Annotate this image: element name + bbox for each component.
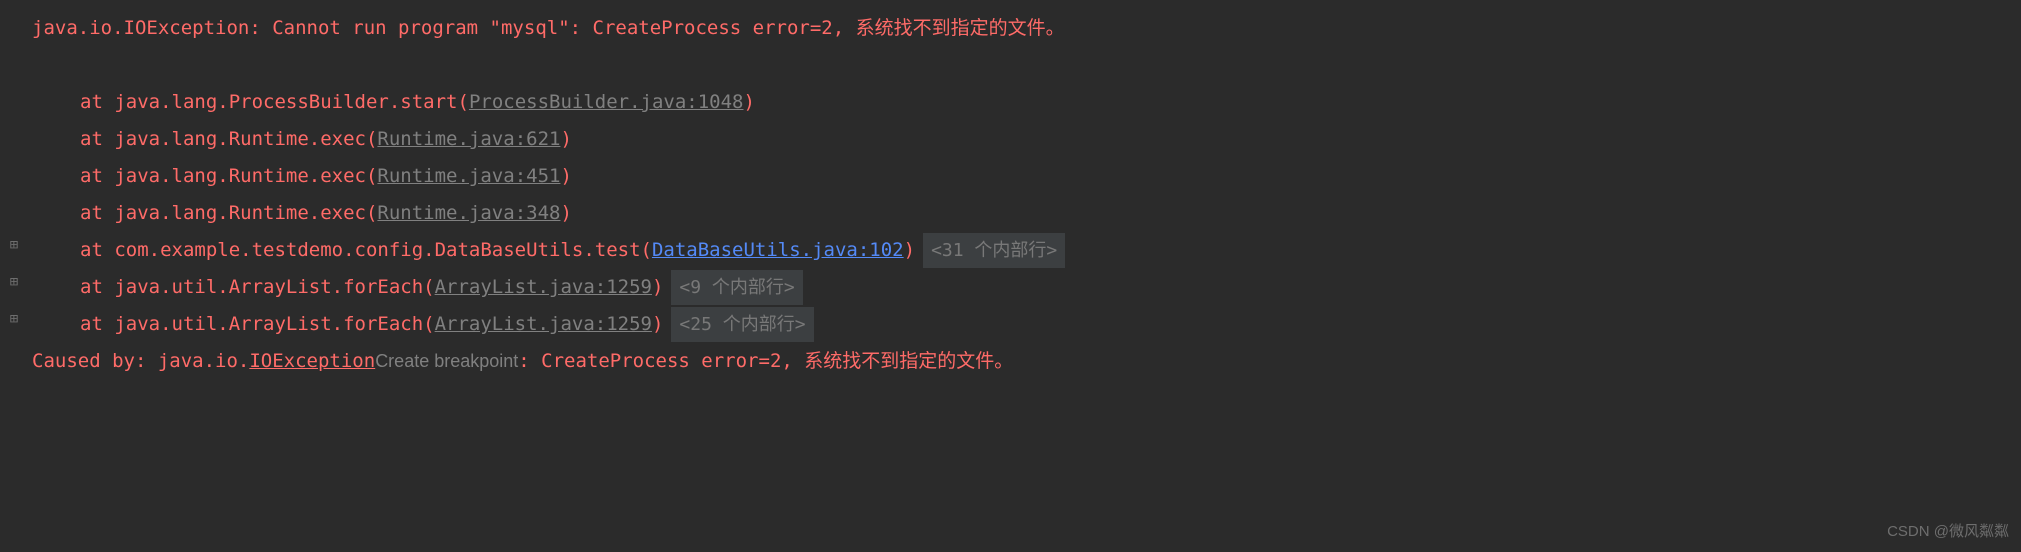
source-link[interactable]: Runtime.java:621 xyxy=(377,121,560,158)
stack-frame: at java.lang.ProcessBuilder.start(Proces… xyxy=(0,84,2021,121)
create-breakpoint-button[interactable]: Create breakpoint xyxy=(375,344,518,379)
exception-text: java.io.IOException: Cannot run program … xyxy=(32,10,1065,47)
frame-suffix: ) xyxy=(652,306,663,343)
frame-suffix: ) xyxy=(560,121,571,158)
frame-suffix: ) xyxy=(560,158,571,195)
blank-line xyxy=(0,47,2021,84)
collapsed-frames-badge[interactable]: <25 个内部行> xyxy=(671,307,813,342)
expand-icon[interactable]: ⊞ xyxy=(6,269,22,296)
frame-prefix: at java.lang.Runtime.exec( xyxy=(80,195,377,232)
source-link[interactable]: Runtime.java:451 xyxy=(377,158,560,195)
exception-class-link[interactable]: IOException xyxy=(249,343,375,380)
exception-message: java.io.IOException: Cannot run program … xyxy=(0,10,2021,47)
frame-prefix: at java.lang.Runtime.exec( xyxy=(80,121,377,158)
frame-prefix: at java.lang.Runtime.exec( xyxy=(80,158,377,195)
frame-prefix: at java.lang.ProcessBuilder.start( xyxy=(80,84,469,121)
stack-frame: at java.util.ArrayList.forEach(ArrayList… xyxy=(0,269,2021,306)
frame-suffix: ) xyxy=(904,232,915,269)
caused-by-line: Caused by: java.io.IOException Create br… xyxy=(0,343,2021,380)
stack-frame: at java.lang.Runtime.exec(Runtime.java:6… xyxy=(0,121,2021,158)
stack-frame: at java.lang.Runtime.exec(Runtime.java:3… xyxy=(0,195,2021,232)
frame-prefix: at java.util.ArrayList.forEach( xyxy=(80,269,435,306)
frame-prefix: at java.util.ArrayList.forEach( xyxy=(80,306,435,343)
source-link[interactable]: DataBaseUtils.java:102 xyxy=(652,232,904,269)
source-link[interactable]: ProcessBuilder.java:1048 xyxy=(469,84,744,121)
caused-by-suffix: : CreateProcess error=2, 系统找不到指定的文件。 xyxy=(518,343,1013,380)
caused-by-prefix: Caused by: java.io. xyxy=(32,343,249,380)
stack-frame: at java.lang.Runtime.exec(Runtime.java:4… xyxy=(0,158,2021,195)
frame-suffix: ) xyxy=(560,195,571,232)
frame-suffix: ) xyxy=(743,84,754,121)
frame-prefix: at com.example.testdemo.config.DataBaseU… xyxy=(80,232,652,269)
collapsed-frames-badge[interactable]: <9 个内部行> xyxy=(671,270,802,305)
stack-frame: at com.example.testdemo.config.DataBaseU… xyxy=(0,232,2021,269)
source-link[interactable]: Runtime.java:348 xyxy=(377,195,560,232)
frame-suffix: ) xyxy=(652,269,663,306)
source-link[interactable]: ArrayList.java:1259 xyxy=(435,269,652,306)
stack-frame: at java.util.ArrayList.forEach(ArrayList… xyxy=(0,306,2021,343)
expand-icon[interactable]: ⊞ xyxy=(6,232,22,259)
collapsed-frames-badge[interactable]: <31 个内部行> xyxy=(923,233,1065,268)
watermark-text: CSDN @微风粼粼 xyxy=(1887,517,2009,546)
expand-icon[interactable]: ⊞ xyxy=(6,306,22,333)
source-link[interactable]: ArrayList.java:1259 xyxy=(435,306,652,343)
